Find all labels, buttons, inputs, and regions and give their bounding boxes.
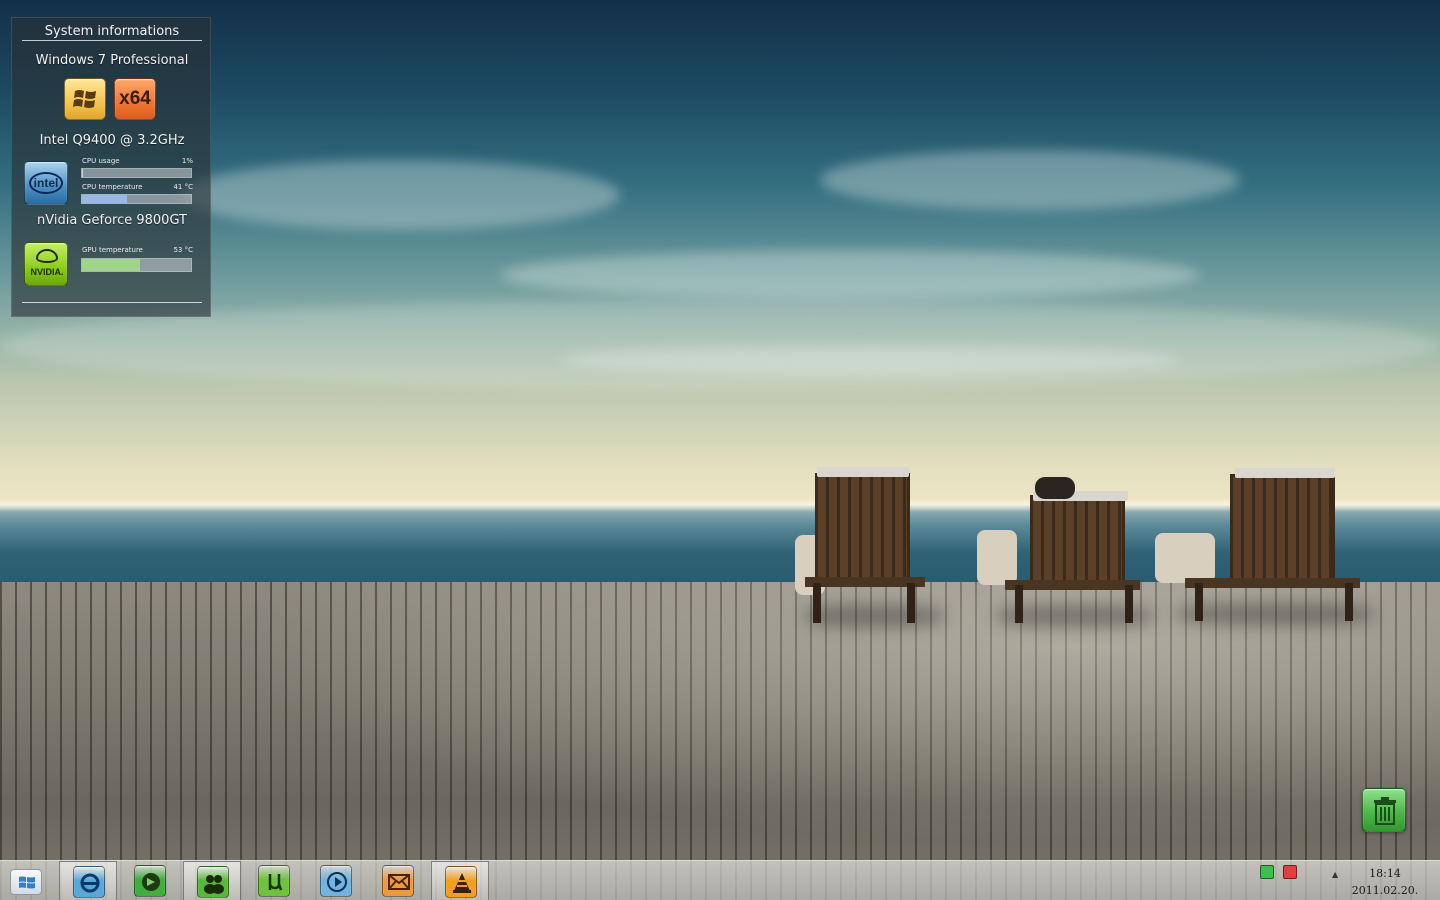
recycle-bin-icon[interactable] (1362, 788, 1406, 832)
power-status-icon[interactable] (1283, 865, 1297, 879)
mail-icon (382, 865, 414, 897)
taskbar-item-internet-explorer[interactable] (59, 861, 117, 900)
desktop-wallpaper (0, 0, 1440, 900)
tray-arrow-icon[interactable]: ▲ (1332, 870, 1338, 879)
cpu-temp-meter (81, 194, 192, 204)
deck-chair (1155, 468, 1375, 628)
gadget-title: System informations (44, 24, 180, 39)
taskbar-item-vlc[interactable] (431, 861, 489, 900)
cloud (560, 345, 1180, 375)
nvidia-logo-text: NVIDIA. (30, 267, 64, 277)
cpu-usage-value: 1% (181, 157, 193, 165)
cpu-usage-fill (82, 169, 84, 177)
start-button[interactable] (10, 869, 42, 895)
cpu-temp-value: 41 °C (173, 183, 193, 191)
deck-light (0, 582, 1440, 900)
intel-logo-icon: intel (24, 161, 68, 205)
x64-badge: x64 (114, 78, 156, 120)
utorrent-icon (258, 865, 290, 897)
taskbar: 18:14 2011.02.20. (0, 860, 1440, 900)
os-name: Windows 7 Professional (35, 53, 189, 68)
deck-chair (795, 465, 945, 630)
cpu-name: Intel Q9400 @ 3.2GHz (39, 133, 185, 148)
cloud (820, 150, 1240, 210)
vlc-icon (445, 866, 477, 898)
gpu-temp-meter (81, 258, 192, 272)
taskbar-item-utorrent[interactable] (245, 861, 303, 900)
gpu-name: nVidia Geforce 9800GT (37, 213, 187, 228)
cloud (180, 160, 620, 230)
taskbar-item-media-center[interactable] (121, 861, 179, 900)
system-info-gadget[interactable]: System informations Windows 7 Profession… (11, 17, 211, 317)
media-center-icon (134, 865, 166, 897)
taskbar-item-messenger[interactable] (183, 861, 241, 900)
clock-time[interactable]: 18:14 (1350, 867, 1420, 880)
cpu-temp-fill (82, 195, 127, 203)
gpu-temp-fill (82, 259, 140, 271)
internet-explorer-icon (73, 866, 105, 898)
network-status-icon[interactable] (1260, 865, 1274, 879)
nvidia-logo-icon: NVIDIA. (24, 242, 68, 286)
divider (22, 302, 202, 303)
clock-date[interactable]: 2011.02.20. (1350, 884, 1420, 897)
cloud (500, 250, 1200, 300)
messenger-icon (197, 866, 229, 898)
gpu-temp-value: 53 °C (173, 246, 193, 254)
deck-chair (975, 475, 1155, 630)
windows-logo-icon (64, 78, 106, 120)
divider (22, 40, 202, 41)
windows-start-icon (19, 876, 35, 889)
taskbar-item-media-player[interactable] (307, 861, 365, 900)
media-player-icon (320, 865, 352, 897)
cpu-usage-meter (81, 168, 192, 178)
person (1035, 477, 1075, 499)
taskbar-item-mail[interactable] (369, 861, 427, 900)
cloud (0, 300, 1440, 390)
